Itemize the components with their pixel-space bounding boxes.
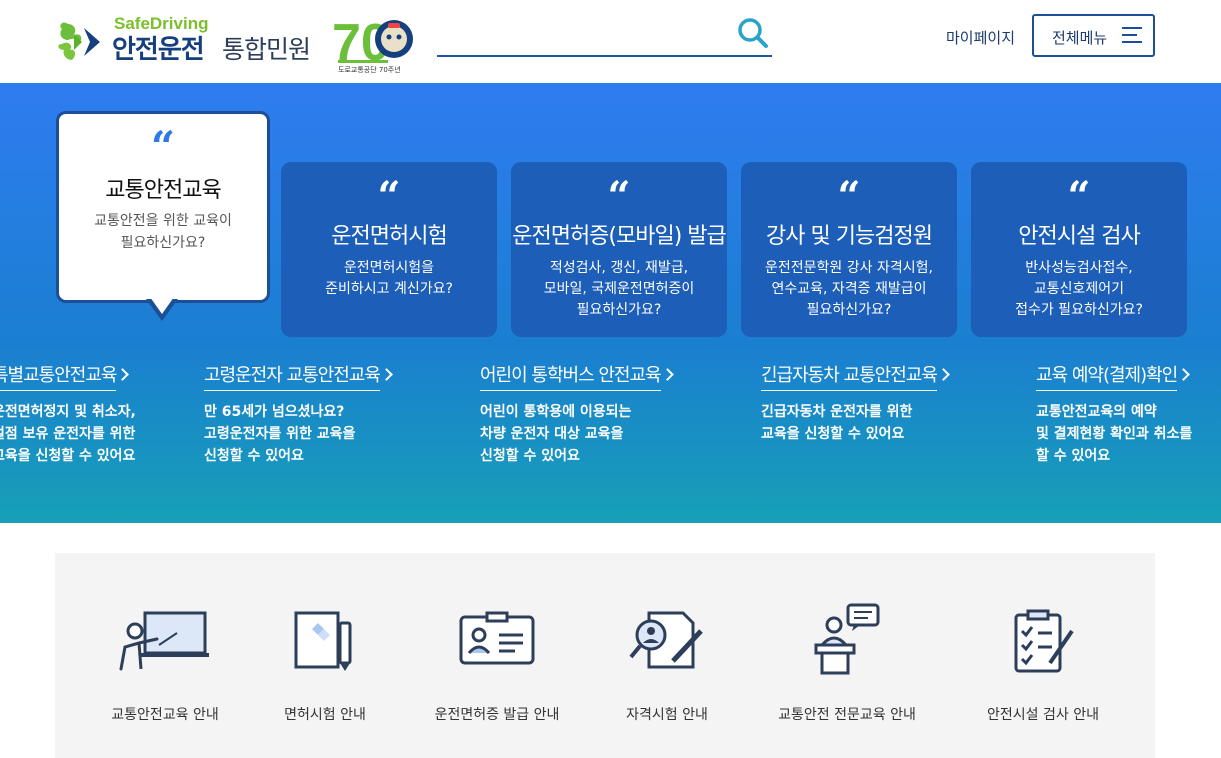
quote-mark-icon: “ <box>1067 173 1091 220</box>
card-desc: 운전면허시험을 준비하시고 계신가요? <box>325 260 453 297</box>
featured-card-traffic-education[interactable]: “ 교통안전교육 교통안전을 위한 교육이 필요하신가요? <box>56 111 270 303</box>
quick-item-traffic-education-guide[interactable]: 교통안전교육 안내 <box>75 553 255 758</box>
card-license-issue[interactable]: “ 운전면허증(모바일) 발급 적성검사, 갱신, 재발급, 모바일, 국제운전면… <box>511 162 727 337</box>
full-menu-button[interactable]: 전체메뉴 <box>1032 14 1155 57</box>
anniversary-caption: 도로교통공단 70주년 <box>338 66 401 74</box>
link-title: 교육 예약(결제)확인 <box>1036 361 1178 391</box>
quick-item-qualification-exam-guide[interactable]: 자격시험 안내 <box>577 553 757 758</box>
quick-item-label: 교통안전교육 안내 <box>111 707 219 723</box>
quote-mark-icon: “ <box>150 122 176 171</box>
search-icon[interactable] <box>736 16 770 50</box>
chevron-right-icon <box>116 368 130 381</box>
link-school-bus-education[interactable]: 어린이 통학버스 안전교육 어린이 통학용에 이용되는 차량 운전자 대상 교육을… <box>480 361 720 467</box>
link-special-traffic-education[interactable]: 특별교통안전교육 운전면허정지 및 취소자, 벌점 보유 운전자를 위한 교육을 신… <box>0 361 232 467</box>
link-desc: 교통안전교육의 예약 및 결제현황 확인과 취소를 할 수 있어요 <box>1036 404 1193 464</box>
document-pen-icon <box>294 611 352 671</box>
quote-mark-icon: “ <box>837 173 861 220</box>
chevron-right-icon <box>380 368 393 381</box>
quick-item-license-issue-guide[interactable]: 운전면허증 발급 안내 <box>407 553 587 758</box>
link-title: 긴급자동차 교통안전교육 <box>761 361 938 391</box>
id-card-icon <box>459 611 535 665</box>
mypage-link[interactable]: 마이페이지 <box>946 27 1015 48</box>
quick-item-professional-education-guide[interactable]: 교통안전 전문교육 안내 <box>757 553 937 758</box>
quick-item-label: 교통안전 전문교육 안내 <box>778 707 916 723</box>
link-desc: 긴급자동차 운전자를 위한 교육을 신청할 수 있어요 <box>761 404 913 442</box>
quote-mark-icon: “ <box>607 173 631 220</box>
card-title: 안전시설 검사 <box>1018 224 1140 249</box>
search-input[interactable] <box>437 14 727 54</box>
quick-item-label: 운전면허증 발급 안내 <box>434 707 560 723</box>
link-title: 고령운전자 교통안전교육 <box>204 361 381 391</box>
link-desc: 어린이 통학용에 이용되는 차량 운전자 대상 교육을 신청할 수 있어요 <box>480 404 632 464</box>
card-desc: 운전전문학원 강사 자격시험, 연수교육, 자격증 재발급이 필요하신가요? <box>765 260 933 318</box>
link-desc: 운전면허정지 및 취소자, 벌점 보유 운전자를 위한 교육을 신청할 수 있어요 <box>0 404 136 464</box>
site-header: SafeDriving 안전운전 통합민원 70 도로교통공단 70주년 마이페… <box>0 0 1221 83</box>
card-safety-facility-inspection[interactable]: “ 안전시설 검사 반사성능검사접수, 교통신호제어기 접수가 필요하신가요? <box>971 162 1187 337</box>
checklist-icon <box>1014 609 1074 673</box>
card-instructor-examiner[interactable]: “ 강사 및 기능검정원 운전전문학원 강사 자격시험, 연수교육, 자격증 재발… <box>741 162 957 337</box>
link-title: 특별교통안전교육 <box>0 361 117 391</box>
card-license-exam[interactable]: “ 운전면허시험 운전면허시험을 준비하시고 계신가요? <box>281 162 497 337</box>
card-title: 운전면허시험 <box>331 224 447 249</box>
chevron-right-icon <box>1177 368 1191 381</box>
hero-section: “ 교통안전교육 교통안전을 위한 교육이 필요하신가요? “ 운전면허시험 운… <box>0 83 1221 523</box>
site-logo[interactable]: SafeDriving 안전운전 통합민원 70 도로교통공단 70주년 <box>56 12 416 76</box>
quick-item-label: 안전시설 검사 안내 <box>987 707 1099 723</box>
featured-card-desc: 교통안전을 위한 교육이 필요하신가요? <box>94 213 232 251</box>
clover-logo-icon <box>58 22 100 60</box>
quick-menu: 교통안전교육 안내 면허시험 안내 운전면허증 발급 안내 자격시험 안내 교통… <box>55 553 1155 758</box>
chevron-right-icon <box>660 368 674 381</box>
card-title: 운전면허증(모바일) 발급 <box>512 224 727 249</box>
quick-item-safety-facility-inspection-guide[interactable]: 안전시설 검사 안내 <box>953 553 1133 758</box>
chevron-right-icon <box>937 368 950 381</box>
featured-card-title: 교통안전교육 <box>105 178 221 203</box>
logo-sub-text: 통합민원 <box>222 35 311 64</box>
podium-speaker-icon <box>814 603 880 675</box>
card-desc: 적성검사, 갱신, 재발급, 모바일, 국제운전면허증이 필요하신가요? <box>543 260 695 318</box>
link-education-reservation-check[interactable]: 교육 예약(결제)확인 교통안전교육의 예약 및 결제현황 확인과 취소를 할 수 … <box>1036 361 1221 467</box>
quick-item-label: 자격시험 안내 <box>626 707 708 723</box>
quick-item-license-exam-guide[interactable]: 면허시험 안내 <box>235 553 415 758</box>
logo-main-text: 안전운전 <box>112 35 205 65</box>
hamburger-icon <box>1122 27 1142 45</box>
exam-search-icon <box>629 611 703 669</box>
card-title: 강사 및 기능검정원 <box>766 224 933 249</box>
lecture-board-icon <box>119 611 209 671</box>
link-emergency-vehicle-education[interactable]: 긴급자동차 교통안전교육 긴급자동차 운전자를 위한 교육을 신청할 수 있어요 <box>761 361 1001 445</box>
card-desc: 반사성능검사접수, 교통신호제어기 접수가 필요하신가요? <box>1015 260 1143 318</box>
link-senior-driver-education[interactable]: 고령운전자 교통안전교육 만 65세가 넘으셨나요? 고령운전자를 위한 교육을 신… <box>204 361 444 467</box>
link-title: 어린이 통학버스 안전교육 <box>480 361 662 391</box>
search-bar <box>437 14 772 57</box>
link-desc: 만 65세가 넘으셨나요? 고령운전자를 위한 교육을 신청할 수 있어요 <box>204 404 356 464</box>
quote-mark-icon: “ <box>377 173 401 220</box>
quick-item-label: 면허시험 안내 <box>284 707 366 723</box>
full-menu-label: 전체메뉴 <box>1052 29 1108 47</box>
